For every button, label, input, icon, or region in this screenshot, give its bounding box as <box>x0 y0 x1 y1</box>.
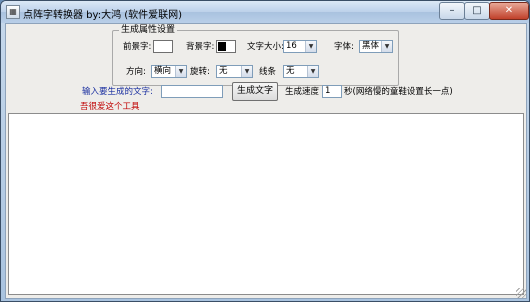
close-button[interactable]: ✕ <box>489 2 529 20</box>
background-color-picker[interactable] <box>216 40 236 53</box>
font-select[interactable]: 黑体 ▼ <box>359 40 393 53</box>
background-label: 背景字: <box>186 42 215 52</box>
foreground-color-picker[interactable] <box>153 40 173 53</box>
app-icon: ▦ <box>6 5 20 19</box>
chevron-down-icon: ▼ <box>241 66 252 77</box>
speed-hint: 秒(网络慢的童鞋设置长一点) <box>344 87 453 97</box>
speed-label: 生成速度 <box>285 87 320 97</box>
font-label: 字体: <box>334 42 354 52</box>
font-size-label: 文字大小: <box>247 42 284 52</box>
chevron-down-icon: ▼ <box>307 66 318 77</box>
foreground-label: 前景字: <box>123 42 152 52</box>
line-select[interactable]: 无 ▼ <box>283 65 319 78</box>
chevron-down-icon: ▼ <box>175 66 186 77</box>
title-bar[interactable]: ▦ 点阵字转换器 by:大鸿 (软件爱联网) – □ ✕ <box>1 1 529 23</box>
text-input[interactable] <box>161 85 223 98</box>
rotate-value: 无 <box>219 66 228 76</box>
client-area: 生成属性设置 前景字: 背景字: 文字大小: 16 ▼ 字体: 黑体 ▼ 方向:… <box>5 23 527 299</box>
direction-label: 方向: <box>126 67 146 77</box>
speed-input[interactable]: 1 <box>322 85 342 98</box>
rotate-select[interactable]: 无 ▼ <box>216 65 253 78</box>
font-size-value: 16 <box>286 41 297 51</box>
minimize-button[interactable]: – <box>439 2 465 20</box>
font-value: 黑体 <box>362 41 380 51</box>
input-prompt-label: 输入要生成的文字: <box>82 87 153 97</box>
line-value: 无 <box>286 66 295 76</box>
app-window: ▦ 点阵字转换器 by:大鸿 (软件爱联网) – □ ✕ 生成属性设置 前景字:… <box>0 0 530 302</box>
direction-value: 横向 <box>154 66 172 76</box>
chevron-down-icon: ▼ <box>305 41 316 52</box>
rotate-label: 旋转: <box>190 67 210 77</box>
output-textarea[interactable] <box>8 113 524 295</box>
settings-group-title: 生成属性设置 <box>119 25 178 36</box>
line-label: 线条 <box>259 67 277 77</box>
background-color-fill <box>218 42 226 51</box>
font-size-select[interactable]: 16 ▼ <box>283 40 317 53</box>
chevron-down-icon: ▼ <box>381 41 392 52</box>
window-title: 点阵字转换器 by:大鸿 (软件爱联网) <box>23 10 183 21</box>
resize-grip[interactable] <box>516 288 526 298</box>
maximize-button[interactable]: □ <box>464 2 490 20</box>
settings-group: 生成属性设置 前景字: 背景字: 文字大小: 16 ▼ 字体: 黑体 ▼ 方向:… <box>112 25 399 86</box>
generate-button[interactable]: 生成文字 <box>232 82 278 101</box>
direction-select[interactable]: 横向 ▼ <box>151 65 187 78</box>
footer-hint: 吾很爱这个工具 <box>80 102 140 112</box>
